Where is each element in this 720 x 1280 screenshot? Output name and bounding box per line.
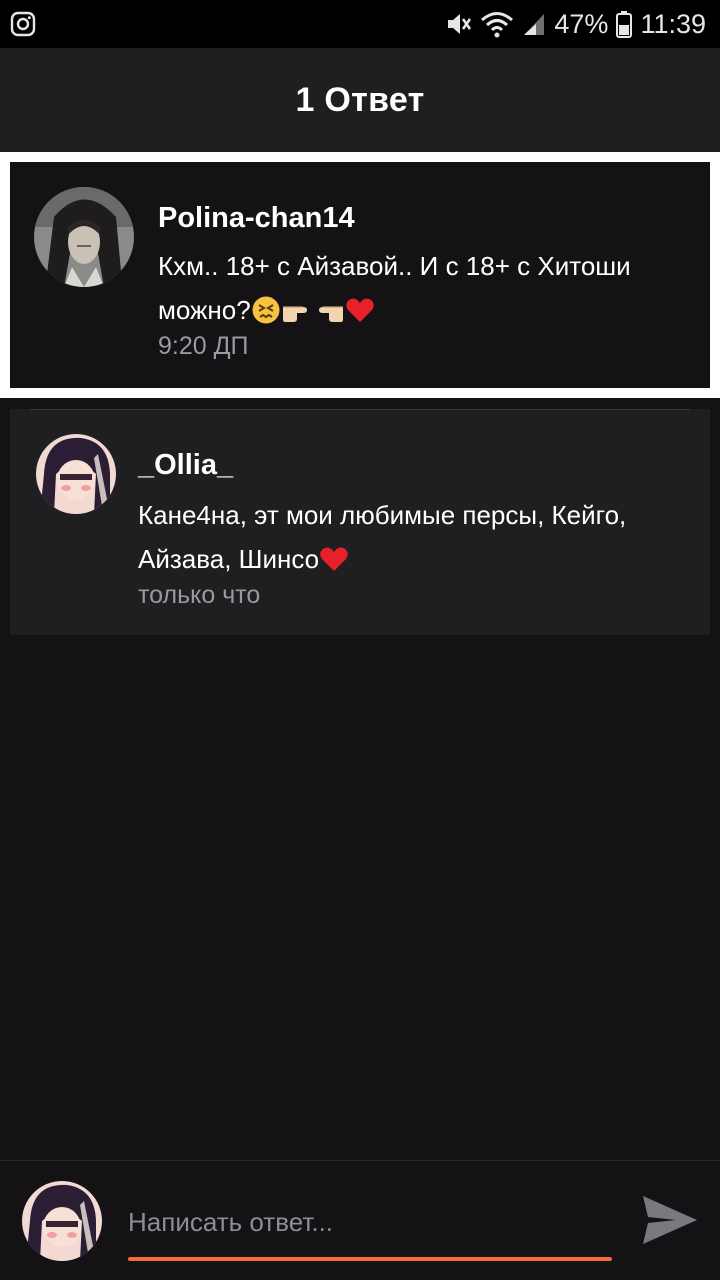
red-heart-icon [319, 543, 349, 587]
reply-input[interactable] [128, 1197, 612, 1247]
parent-comment-highlight: Polina-chan14 Кхм.. 18+ с Айзавой.. И с … [0, 152, 720, 398]
comment-username[interactable]: Polina-chan14 [158, 202, 355, 235]
header: 1 Ответ [0, 48, 720, 152]
parent-comment[interactable]: Polina-chan14 Кхм.. 18+ с Айзавой.. И с … [10, 162, 710, 388]
send-button[interactable] [640, 1190, 700, 1250]
battery-icon [616, 10, 633, 38]
comment-timestamp: 9:20 ДП [158, 332, 249, 360]
reply-comment[interactable]: _Ollia_ Кане4на, эт мои любимые персы, К… [10, 409, 710, 635]
signal-icon [522, 11, 546, 37]
reply-text-line: Кане4на, эт мои любимые персы, Кейго, [138, 500, 627, 530]
reply-text-fragment: Айзава, Шинсо [138, 544, 320, 574]
instagram-icon [10, 11, 36, 37]
mute-icon [444, 10, 472, 38]
pointing-right-icon [281, 294, 313, 338]
confounded-face-icon [251, 294, 281, 338]
reply-timestamp: только что [138, 581, 261, 609]
reply-username[interactable]: _Ollia_ [138, 449, 233, 482]
reply-text: Кане4на, эт мои любимые персы, Кейго, Ай… [138, 493, 698, 587]
input-underline [128, 1257, 612, 1261]
status-bar: 47% 11:39 [0, 0, 720, 48]
comment-text-line: можно? [158, 288, 698, 338]
avatar [22, 1181, 102, 1261]
wifi-icon [480, 10, 514, 38]
send-icon [640, 1196, 700, 1254]
reply-composer [0, 1160, 720, 1280]
page-title: 1 Ответ [295, 80, 425, 119]
comment-text-fragment: можно? [158, 295, 251, 325]
avatar[interactable] [36, 434, 116, 514]
avatar[interactable] [34, 187, 134, 287]
clock: 11:39 [640, 8, 706, 39]
comment-text-line: Кхм.. 18+ с Айзавой.. И с 18+ с Хитоши [158, 251, 631, 281]
red-heart-icon [345, 294, 375, 338]
reply-text-line: Айзава, Шинсо [138, 537, 698, 587]
comment-text: Кхм.. 18+ с Айзавой.. И с 18+ с Хитоши м… [158, 244, 698, 338]
divider [30, 409, 690, 410]
pointing-left-icon [313, 294, 345, 338]
battery-percent: 47% [554, 8, 609, 39]
